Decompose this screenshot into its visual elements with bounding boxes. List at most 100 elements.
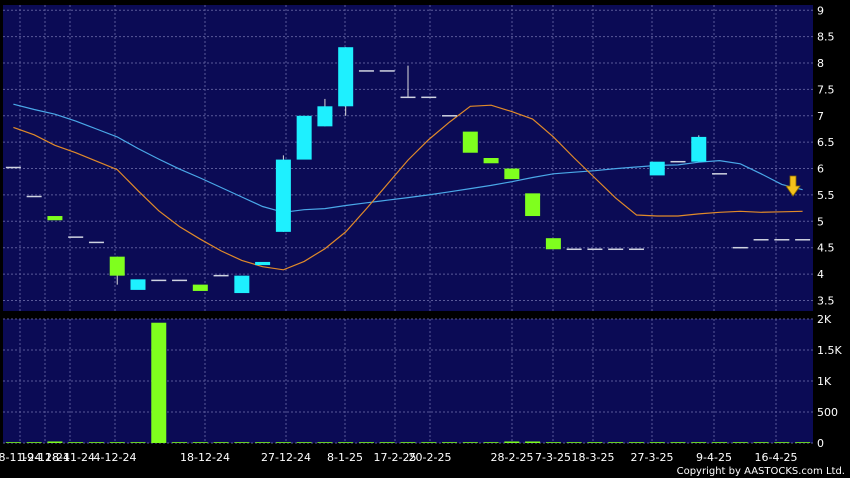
price-tick-label: 4 [817, 268, 824, 281]
price-tick-label: 4.5 [817, 242, 835, 255]
candle [504, 168, 520, 180]
volume-bar [566, 442, 582, 443]
candle [317, 106, 333, 127]
candle [379, 70, 395, 72]
candle [172, 279, 188, 282]
volume-bar [400, 442, 416, 443]
candle [234, 275, 250, 294]
candle [628, 248, 644, 251]
volume-bar [192, 442, 208, 443]
x-tick-label: 4-12-24 [94, 451, 137, 464]
volume-bar [26, 442, 42, 443]
price-tick-label: 6 [817, 163, 824, 176]
volume-bar [338, 442, 354, 443]
stock-chart: 3.5 4 4.5 5 5.5 6 6.5 7 7.5 8 8.5 9 0 500 1K 1.5K 2K 8-1… [0, 0, 850, 478]
x-axis-labels: 8-11-2419-11-2428-11-244-12-24 18-12-24 27… [0, 451, 797, 464]
volume-bar [628, 442, 644, 443]
candle [130, 279, 146, 290]
candle [68, 236, 84, 238]
candle [566, 248, 582, 251]
price-tick-label: 7 [817, 110, 824, 123]
volume-bar [88, 442, 104, 443]
x-tick-label: 27-3-25 [631, 451, 674, 464]
candle [109, 256, 125, 276]
volume-tick-label: 1.5K [817, 344, 842, 357]
candle [774, 239, 790, 241]
volume-bar [670, 442, 686, 443]
volume-bar [462, 442, 478, 443]
x-tick-label: 16-4-25 [755, 451, 798, 464]
candle [88, 241, 104, 244]
volume-bar [5, 442, 21, 443]
x-tick-label: 18-12-24 [180, 451, 230, 464]
candle [525, 193, 541, 217]
x-tick-label: 9-4-25 [696, 451, 732, 464]
price-tick-label: 6.5 [817, 136, 835, 149]
chart-canvas: 3.5 4 4.5 5 5.5 6 6.5 7 7.5 8 8.5 9 0 500 1K 1.5K 2K 8-1… [0, 4, 845, 477]
volume-bar [358, 442, 374, 443]
volume-bar [421, 442, 437, 443]
volume-bar [213, 442, 229, 443]
candle [795, 239, 811, 241]
x-tick-label: 27-12-24 [261, 451, 311, 464]
x-tick-label: 28-2-25 [491, 451, 534, 464]
candle [483, 158, 499, 164]
volume-bar [68, 442, 84, 443]
x-tick-label: 20-2-25 [409, 451, 452, 464]
x-tick-label: 7-3-25 [535, 451, 571, 464]
candle [47, 216, 63, 221]
x-tick-label: 8-1-25 [327, 451, 363, 464]
volume-bar [379, 442, 395, 443]
candle [712, 173, 728, 175]
volume-tick-label: 0 [817, 437, 824, 450]
price-tick-label: 3.5 [817, 294, 835, 307]
volume-tick-label: 1K [817, 375, 832, 388]
candle [608, 248, 624, 251]
candle [545, 238, 561, 250]
candle [213, 274, 229, 277]
volume-bar [608, 442, 624, 443]
volume-bar [109, 442, 125, 443]
volume-bar [255, 442, 271, 443]
volume-bar [172, 442, 188, 443]
candle [358, 70, 374, 72]
candle [753, 239, 769, 241]
candle [5, 166, 21, 169]
candle [691, 136, 707, 162]
volume-tick-label: 2K [817, 313, 832, 326]
volume-bar [442, 442, 458, 443]
volume-bar [151, 322, 167, 443]
candle [649, 161, 665, 176]
price-tick-label: 7.5 [817, 83, 835, 96]
volume-bar [753, 442, 769, 443]
candle [421, 96, 437, 99]
volume-bar [47, 441, 63, 443]
volume-bar [712, 442, 728, 443]
price-tick-label: 8.5 [817, 31, 835, 44]
candle [296, 115, 312, 160]
candle [192, 284, 208, 291]
volume-bar [317, 442, 333, 443]
volume-bar [795, 442, 811, 443]
candle [442, 115, 458, 117]
candle [462, 131, 478, 153]
candle [670, 160, 686, 163]
x-tick-label: 28-11-24 [45, 451, 95, 464]
candle [151, 279, 167, 282]
volume-bar [587, 442, 603, 443]
price-tick-label: 5.5 [817, 189, 835, 202]
price-tick-label: 8 [817, 57, 824, 70]
volume-bar [296, 442, 312, 443]
candle [587, 248, 603, 251]
volume-bar [649, 442, 665, 443]
volume-tick-label: 500 [817, 406, 838, 419]
candle [255, 261, 271, 266]
price-tick-label: 5 [817, 215, 824, 228]
volume-bar [691, 442, 707, 443]
candle [400, 96, 416, 99]
volume-bar [774, 442, 790, 443]
candle [732, 246, 748, 249]
volume-bar [545, 442, 561, 443]
candle [338, 47, 354, 107]
volume-bar [504, 441, 520, 443]
